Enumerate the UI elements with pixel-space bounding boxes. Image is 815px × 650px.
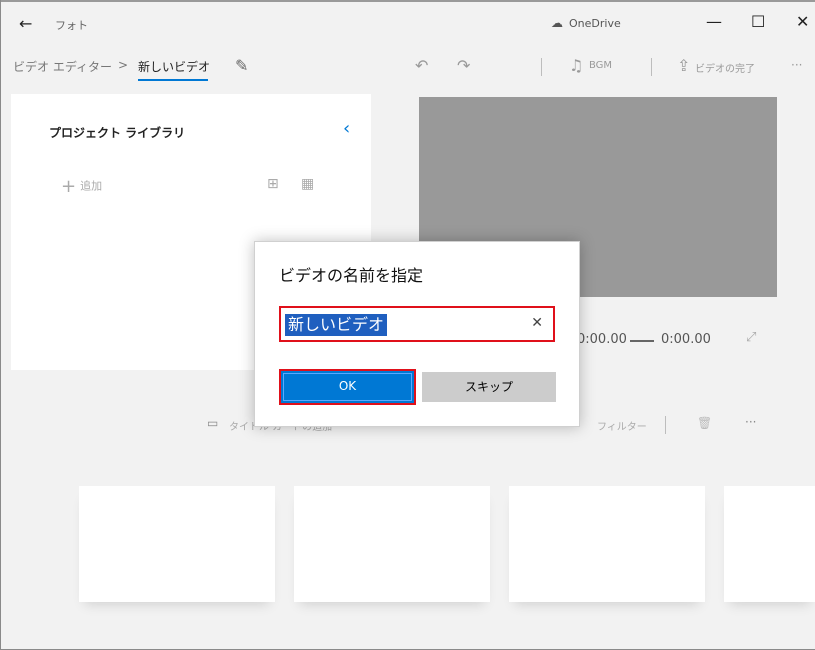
filter-label[interactable]: フィルター <box>597 418 647 433</box>
rename-pencil-icon[interactable]: ✎ <box>235 56 248 75</box>
add-media-button[interactable]: + 追加 <box>61 176 102 197</box>
ok-button[interactable]: OK <box>279 369 416 405</box>
storyboard-card[interactable] <box>294 486 490 602</box>
share-export-icon[interactable]: ⇪ <box>677 56 690 75</box>
large-grid-view-icon[interactable]: ⊞ <box>267 176 279 192</box>
video-name-input[interactable]: 新しいビデオ ✕ <box>279 306 555 342</box>
collapse-chevron-icon[interactable]: ‹ <box>343 118 350 139</box>
music-note-icon[interactable]: ♫ <box>569 56 583 75</box>
editor-toolbar: ビデオ エディター > 新しいビデオ ✎ ↶ ↷ ♫ BGM ⇪ ビデオの完了 … <box>1 46 815 86</box>
total-timecode: 0:00.00 <box>661 332 711 347</box>
trash-icon[interactable]: 🗑 <box>697 416 712 430</box>
photos-app-window: ← フォト ☁ OneDrive — ☐ ✕ ビデオ エディター > 新しいビデオ… <box>0 0 815 650</box>
expand-icon[interactable]: ⤢ <box>746 330 756 345</box>
undo-icon[interactable]: ↶ <box>415 56 428 75</box>
library-title: プロジェクト ライブラリ <box>49 126 186 140</box>
ok-button-focus-ring <box>283 373 412 401</box>
storyboard-more-icon[interactable]: ··· <box>745 415 756 429</box>
rename-video-dialog: ビデオの名前を指定 新しいビデオ ✕ OK スキップ <box>254 241 580 427</box>
close-button[interactable]: ✕ <box>796 12 809 31</box>
plus-icon: + <box>61 176 77 197</box>
title-bar: ← フォト ☁ OneDrive — ☐ ✕ <box>1 2 815 46</box>
back-arrow-icon[interactable]: ← <box>19 14 32 33</box>
small-grid-view-icon[interactable]: ▦ <box>301 176 314 192</box>
storyboard-divider <box>665 416 666 434</box>
maximize-button[interactable]: ☐ <box>751 12 765 31</box>
skip-button[interactable]: スキップ <box>422 372 556 402</box>
toolbar-divider <box>541 58 542 76</box>
onedrive-label: OneDrive <box>569 17 621 30</box>
redo-icon[interactable]: ↷ <box>457 56 470 75</box>
app-title: フォト <box>55 19 88 32</box>
storyboard-card[interactable] <box>509 486 705 602</box>
video-name-value[interactable]: 新しいビデオ <box>285 314 388 336</box>
cloud-off-icon: ☁ <box>551 16 563 30</box>
toolbar-divider <box>651 58 652 76</box>
breadcrumb-video-editor[interactable]: ビデオ エディター <box>13 58 112 75</box>
onedrive-status[interactable]: ☁ OneDrive <box>551 16 621 30</box>
breadcrumb-separator: > <box>118 58 129 72</box>
bgm-label[interactable]: BGM <box>589 60 612 71</box>
breadcrumb-active-underline <box>138 79 208 81</box>
finish-video-label[interactable]: ビデオの完了 <box>695 60 755 75</box>
more-options-icon[interactable]: ··· <box>791 58 802 72</box>
current-timecode: 0:00.00 <box>577 332 627 347</box>
breadcrumb-current-project[interactable]: 新しいビデオ <box>138 58 210 75</box>
storyboard-area: ▭ タイトル カードの追加 フィルター 🗑 ··· <box>11 398 815 650</box>
dialog-title: ビデオの名前を指定 <box>279 266 424 285</box>
add-label: 追加 <box>80 179 103 193</box>
title-card-icon[interactable]: ▭ <box>207 416 218 430</box>
storyboard-card[interactable] <box>79 486 275 602</box>
storyboard-card[interactable] <box>724 486 815 602</box>
minimize-button[interactable]: — <box>706 12 722 31</box>
clear-input-icon[interactable]: ✕ <box>531 315 543 331</box>
timecode-separator <box>630 340 654 342</box>
